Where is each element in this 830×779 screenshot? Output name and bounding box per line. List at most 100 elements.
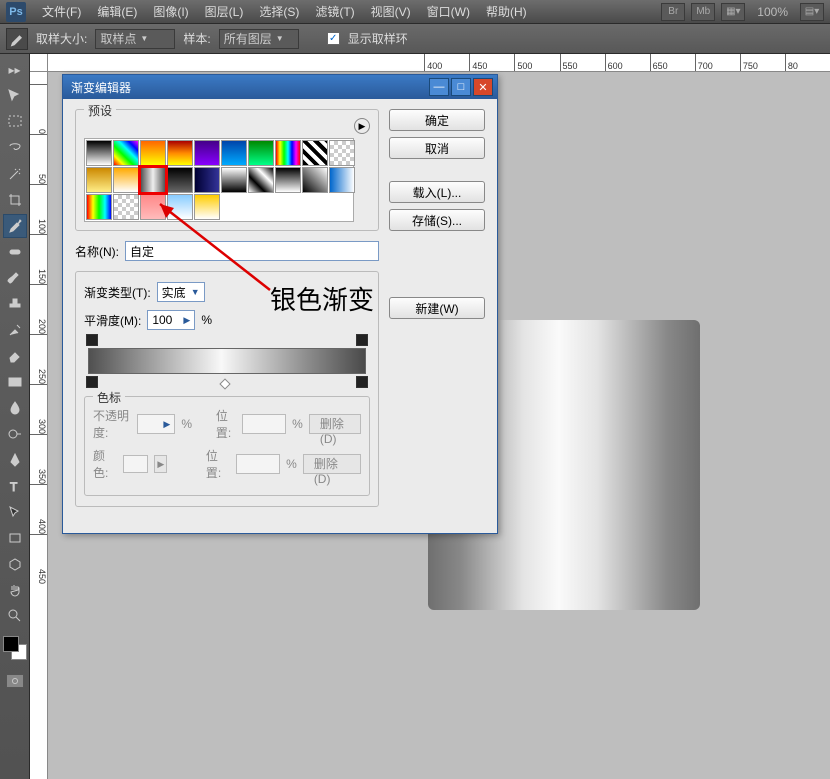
dialog-title-text: 渐变编辑器 (71, 79, 131, 96)
opacity-stop-left[interactable] (86, 334, 98, 346)
gradient-tool[interactable] (3, 370, 27, 394)
foreground-color-swatch[interactable] (3, 636, 19, 652)
brush-tool[interactable] (3, 266, 27, 290)
healing-tool[interactable] (3, 240, 27, 264)
color-picker-icon: ▶ (154, 455, 167, 473)
gradient-editor-dialog: 渐变编辑器 — □ ✕ 预设 ▶ (62, 74, 498, 534)
stamp-tool[interactable] (3, 292, 27, 316)
hand-tool[interactable] (3, 578, 27, 602)
gradient-type-dropdown[interactable]: 实底▼ (157, 282, 205, 302)
menu-layer[interactable]: 图层(L) (197, 3, 252, 20)
collapse-icon[interactable]: ▸▸ (3, 58, 27, 82)
eraser-tool[interactable] (3, 344, 27, 368)
preset-swatch[interactable] (140, 194, 166, 220)
dialog-maximize-button[interactable]: □ (451, 78, 471, 96)
dialog-minimize-button[interactable]: — (429, 78, 449, 96)
menu-window[interactable]: 窗口(W) (419, 3, 478, 20)
dialog-titlebar[interactable]: 渐变编辑器 — □ ✕ (63, 75, 497, 99)
preset-swatch[interactable] (275, 167, 301, 193)
gradient-settings: 渐变类型(T): 实底▼ 平滑度(M): 100▶ % (75, 271, 379, 507)
preset-swatch[interactable] (113, 140, 139, 166)
tools-panel: ▸▸ T (0, 54, 30, 779)
ruler-corner (30, 54, 48, 72)
gradient-name-input[interactable] (125, 241, 379, 261)
arrange-button[interactable]: ▤▾ (800, 3, 824, 21)
br-button[interactable]: Br (661, 3, 685, 21)
sample-size-dropdown[interactable]: 取样点▼ (95, 29, 175, 49)
path-select-tool[interactable] (3, 500, 27, 524)
blur-tool[interactable] (3, 396, 27, 420)
lasso-tool[interactable] (3, 136, 27, 160)
load-button[interactable]: 载入(L)... (389, 181, 485, 203)
preset-swatch[interactable] (86, 167, 112, 193)
color-stop-left[interactable] (86, 376, 98, 388)
ok-button[interactable]: 确定 (389, 109, 485, 131)
crop-tool[interactable] (3, 188, 27, 212)
zoom-tool[interactable] (3, 604, 27, 628)
sample-dropdown[interactable]: 所有图层▼ (219, 29, 299, 49)
preset-swatch[interactable] (248, 140, 274, 166)
menu-edit[interactable]: 编辑(E) (89, 3, 145, 20)
color-stop-right[interactable] (356, 376, 368, 388)
presets-label: 预设 (84, 102, 116, 119)
preset-swatch[interactable] (86, 194, 112, 220)
preset-swatch[interactable] (221, 140, 247, 166)
gradient-bar[interactable] (88, 348, 366, 374)
preset-swatch[interactable] (302, 140, 328, 166)
preset-swatch[interactable] (113, 194, 139, 220)
preset-swatch[interactable] (167, 167, 193, 193)
active-tool-icon[interactable] (6, 28, 28, 50)
preset-swatch[interactable] (275, 140, 301, 166)
preset-swatch[interactable] (248, 167, 274, 193)
dodge-tool[interactable] (3, 422, 27, 446)
presets-menu-icon[interactable]: ▶ (354, 118, 370, 134)
preset-swatch[interactable] (140, 140, 166, 166)
cancel-button[interactable]: 取消 (389, 137, 485, 159)
quickmask-button[interactable] (6, 674, 24, 688)
colorstop-fieldset: 色标 不透明度: ▶ % 位置: % 删除(D) 颜色: ▶ (84, 396, 370, 496)
preset-swatch[interactable] (113, 167, 139, 193)
new-button[interactable]: 新建(W) (389, 297, 485, 319)
wand-tool[interactable] (3, 162, 27, 186)
pen-tool[interactable] (3, 448, 27, 472)
preset-swatch[interactable] (302, 167, 328, 193)
menu-select[interactable]: 选择(S) (251, 3, 307, 20)
preset-swatch-selected[interactable] (140, 167, 166, 193)
preset-swatch[interactable] (329, 140, 355, 166)
preset-swatch[interactable] (194, 194, 220, 220)
menu-image[interactable]: 图像(I) (145, 3, 196, 20)
history-brush-tool[interactable] (3, 318, 27, 342)
preset-swatch[interactable] (167, 194, 193, 220)
shape-tool[interactable] (3, 526, 27, 550)
percent-label: % (201, 313, 212, 327)
preset-swatch[interactable] (86, 140, 112, 166)
preset-swatch[interactable] (329, 167, 355, 193)
preset-swatch[interactable] (194, 140, 220, 166)
menu-filter[interactable]: 滤镜(T) (307, 3, 362, 20)
type-tool[interactable]: T (3, 474, 27, 498)
color-swatches[interactable] (3, 636, 27, 660)
screen-mode-button[interactable]: ▦▾ (721, 3, 745, 21)
move-tool[interactable] (3, 84, 27, 108)
mb-button[interactable]: Mb (691, 3, 715, 21)
show-sampling-ring-checkbox[interactable]: ✓ (327, 32, 340, 45)
eyedropper-tool[interactable] (3, 214, 27, 238)
zoom-level[interactable]: 100% (751, 5, 794, 19)
marquee-tool[interactable] (3, 110, 27, 134)
opacity-stop-right[interactable] (356, 334, 368, 346)
3d-tool[interactable] (3, 552, 27, 576)
preset-swatch[interactable] (221, 167, 247, 193)
dialog-close-button[interactable]: ✕ (473, 78, 493, 96)
opacity-label: 不透明度: (93, 407, 131, 441)
preset-swatch[interactable] (194, 167, 220, 193)
preset-swatch[interactable] (167, 140, 193, 166)
menu-help[interactable]: 帮助(H) (478, 3, 535, 20)
delete-color-stop-button: 删除(D) (303, 454, 361, 474)
color-midpoint[interactable] (220, 378, 231, 389)
ruler-vertical[interactable]: 0 50 100 150 200 250 300 350 400 450 (30, 72, 48, 779)
menu-file[interactable]: 文件(F) (34, 3, 89, 20)
save-button[interactable]: 存储(S)... (389, 209, 485, 231)
ruler-horizontal[interactable]: 400 450 500 550 600 650 700 750 80 (48, 54, 830, 72)
menu-view[interactable]: 视图(V) (363, 3, 419, 20)
smoothness-input[interactable]: 100▶ (147, 310, 195, 330)
